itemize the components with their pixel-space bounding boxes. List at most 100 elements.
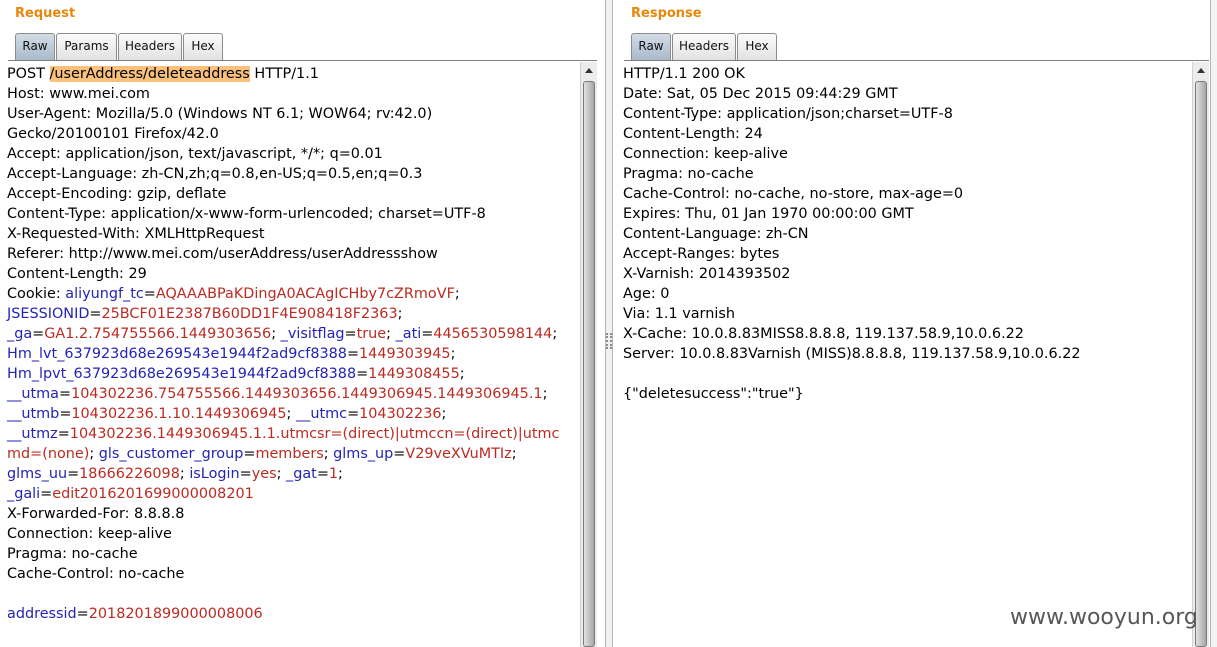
param-value: 2018201899000008006 xyxy=(88,606,263,622)
text-line: Cookie: aliyungf_tc=AQAAABPaKDingA0ACAgI… xyxy=(7,284,580,304)
text-line: Expires: Thu, 01 Jan 1970 00:00:00 GMT xyxy=(623,206,914,222)
text-line: _gali=edit2016201699000008201 xyxy=(7,484,580,504)
param-name: _ati xyxy=(395,326,422,342)
param-name: __utmz xyxy=(7,426,58,442)
param-name: __utma xyxy=(7,386,59,402)
text-line: Via: 1.1 varnish xyxy=(623,306,735,322)
plain-text: = xyxy=(32,326,45,342)
param-value: 104302236 xyxy=(359,406,442,422)
text-line: addressid=2018201899000008006 xyxy=(7,604,580,624)
up-arrow-icon xyxy=(1197,68,1205,73)
plain-text: ; xyxy=(454,286,460,302)
text-line: Age: 0 xyxy=(623,286,670,302)
param-name: __utmc xyxy=(295,406,348,422)
text-line: Content-Type: application/x-www-form-url… xyxy=(7,206,486,222)
param-value: 1449308455 xyxy=(368,366,460,382)
param-name: _visitflag xyxy=(280,326,345,342)
param-name: gls_customer_group xyxy=(98,446,244,462)
param-name: _ga xyxy=(7,326,33,342)
response-title: Response xyxy=(631,6,702,21)
request-raw-editor[interactable]: POST /userAddress/deleteaddress HTTP/1.1… xyxy=(2,61,580,647)
highlighted-url-path: /userAddress/deleteaddress xyxy=(49,66,250,82)
plain-text: = xyxy=(143,286,156,302)
param-name: Hm_lvt_637923d68e269543e1944f2ad9cf8388 xyxy=(7,346,347,362)
text-line: Date: Sat, 05 Dec 2015 09:44:29 GMT xyxy=(623,86,898,102)
text-line: Accept-Ranges: bytes xyxy=(623,246,780,262)
response-raw-editor[interactable]: HTTP/1.1 200 OK Date: Sat, 05 Dec 2015 09… xyxy=(614,61,1192,647)
tab-hex[interactable]: Hex xyxy=(183,33,223,60)
scroll-thumb[interactable] xyxy=(583,81,595,647)
text-line: X-Cache: 10.0.8.83MISS8.8.8.8, 119.137.5… xyxy=(623,326,1024,342)
text-line: HTTP/1.1 200 OK xyxy=(623,66,745,82)
text-line: X-Requested-With: XMLHttpRequest xyxy=(7,226,265,242)
request-title: Request xyxy=(15,6,76,21)
text-line: Hm_lvt_637923d68e269543e1944f2ad9cf8388=… xyxy=(7,344,580,364)
plain-text: Cookie: xyxy=(7,286,66,302)
text-line: Referer: http://www.mei.com/userAddress/… xyxy=(7,246,438,262)
plain-text: = xyxy=(57,426,70,442)
grip-icon xyxy=(606,333,612,349)
scroll-up-button[interactable] xyxy=(581,62,597,79)
tab-hex[interactable]: Hex xyxy=(737,33,777,60)
tab-headers[interactable]: Headers xyxy=(118,33,182,60)
param-name: addressid xyxy=(7,606,77,622)
request-pane: Request Raw Params Headers Hex POST /use… xyxy=(0,0,605,647)
param-value: 25BCF01E2387B60DD1F4E908418F2363 xyxy=(101,306,398,322)
request-tab-bar: Raw Params Headers Hex xyxy=(15,33,223,60)
plain-text: ; xyxy=(179,466,190,482)
plain-text: = xyxy=(89,306,102,322)
param-value: md=(none) xyxy=(7,446,90,462)
param-name: glms_up xyxy=(333,446,394,462)
plain-text: ; xyxy=(511,446,517,462)
scroll-up-button[interactable] xyxy=(1193,62,1209,79)
plain-text: = xyxy=(67,466,80,482)
plain-text: = xyxy=(76,606,89,622)
tab-headers[interactable]: Headers xyxy=(672,33,736,60)
param-value: 104302236.1449306945.1.1.utmcsr=(direct)… xyxy=(69,426,560,442)
plain-text: ; xyxy=(286,406,296,422)
tab-raw[interactable]: Raw xyxy=(15,33,55,60)
text-line: JSESSIONID=25BCF01E2387B60DD1F4E908418F2… xyxy=(7,304,580,324)
plain-text: ; xyxy=(276,466,287,482)
param-value: 104302236.1.10.1449306945 xyxy=(71,406,287,422)
plain-text: ; xyxy=(271,326,281,342)
plain-text: ; xyxy=(89,446,99,462)
plain-text: ; xyxy=(441,406,447,422)
plain-text: = xyxy=(40,486,53,502)
text-line: Content-Length: 29 xyxy=(7,266,147,282)
param-value: GA1.2.754755566.1449303656 xyxy=(44,326,272,342)
scroll-thumb[interactable] xyxy=(1195,81,1207,647)
tab-raw[interactable]: Raw xyxy=(631,33,671,60)
plain-text: = xyxy=(59,386,72,402)
response-scrollbar[interactable] xyxy=(1192,62,1209,647)
plain-text: = xyxy=(393,446,406,462)
param-name: _gat xyxy=(286,466,317,482)
param-name: isLogin xyxy=(189,466,240,482)
text-line: Pragma: no-cache xyxy=(7,546,138,562)
param-name: aliyungf_tc xyxy=(65,286,144,302)
text-line: Connection: keep-alive xyxy=(7,526,172,542)
text-line: __utmb=104302236.1.10.1449306945; __utmc… xyxy=(7,404,580,424)
up-arrow-icon xyxy=(585,68,593,73)
split-pane-divider[interactable] xyxy=(605,0,613,647)
plain-text: ; xyxy=(459,366,465,382)
param-name: __utmb xyxy=(7,406,60,422)
text-line: Accept-Language: zh-CN,zh;q=0.8,en-US;q=… xyxy=(7,166,423,182)
text-line: __utma=104302236.754755566.1449303656.14… xyxy=(7,384,580,404)
plain-text: = xyxy=(421,326,434,342)
plain-text: POST xyxy=(7,66,50,82)
text-line xyxy=(623,364,1192,384)
param-value: yes xyxy=(251,466,277,482)
window-right-edge xyxy=(1210,0,1217,647)
plain-text: = xyxy=(59,406,72,422)
param-value: 4456530598144 xyxy=(433,326,553,342)
param-name: JSESSIONID xyxy=(7,306,90,322)
request-scrollbar[interactable] xyxy=(580,62,597,647)
param-value: 1449303945 xyxy=(359,346,451,362)
param-value: 1 xyxy=(328,466,339,482)
text-line: X-Varnish: 2014393502 xyxy=(623,266,791,282)
tab-params[interactable]: Params xyxy=(56,33,117,60)
plain-text: = xyxy=(239,466,252,482)
text-line: Cache-Control: no-cache xyxy=(7,566,185,582)
text-line: Content-Language: zh-CN xyxy=(623,226,809,242)
